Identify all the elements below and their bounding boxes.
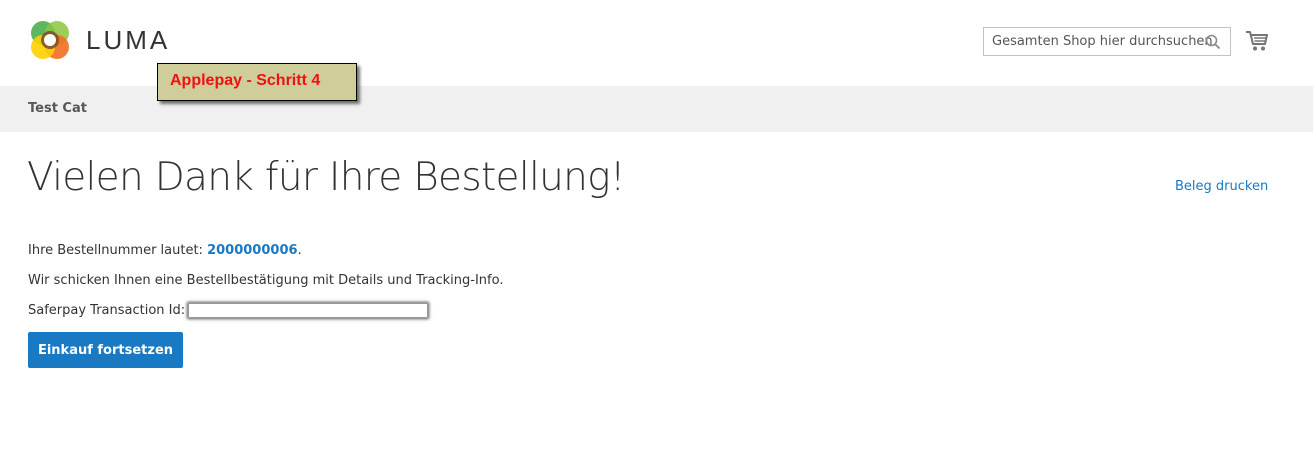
search-icon[interactable] — [1205, 34, 1221, 50]
order-number-line: Ihre Bestellnummer lautet: 2000000006. — [28, 243, 302, 258]
logo[interactable]: LUMA — [28, 17, 178, 63]
luma-logo-icon — [31, 21, 69, 59]
order-number-link[interactable]: 2000000006 — [207, 243, 297, 258]
order-number-prefix: Ihre Bestellnummer lautet: — [28, 243, 208, 258]
nav-item-test-cat[interactable]: Test Cat — [28, 101, 87, 116]
transaction-line: Saferpay Transaction Id: — [28, 303, 429, 318]
cart-icon[interactable] — [1245, 30, 1269, 52]
print-receipt-link[interactable]: Beleg drucken — [1175, 179, 1268, 194]
confirmation-text: Wir schicken Ihnen eine Bestellbestätigu… — [28, 273, 504, 288]
annotation-label: Applepay - Schritt 4 — [157, 63, 357, 101]
continue-shopping-button[interactable]: Einkauf fortsetzen — [28, 332, 183, 368]
order-number-suffix: . — [297, 243, 302, 258]
transaction-label: Saferpay Transaction Id: — [28, 303, 186, 318]
search-box — [983, 27, 1231, 56]
redacted-transaction-id — [188, 303, 429, 318]
logo-text: LUMA — [86, 24, 171, 55]
search-input[interactable] — [984, 28, 1212, 55]
page-title: Vielen Dank für Ihre Bestellung! — [27, 155, 625, 200]
